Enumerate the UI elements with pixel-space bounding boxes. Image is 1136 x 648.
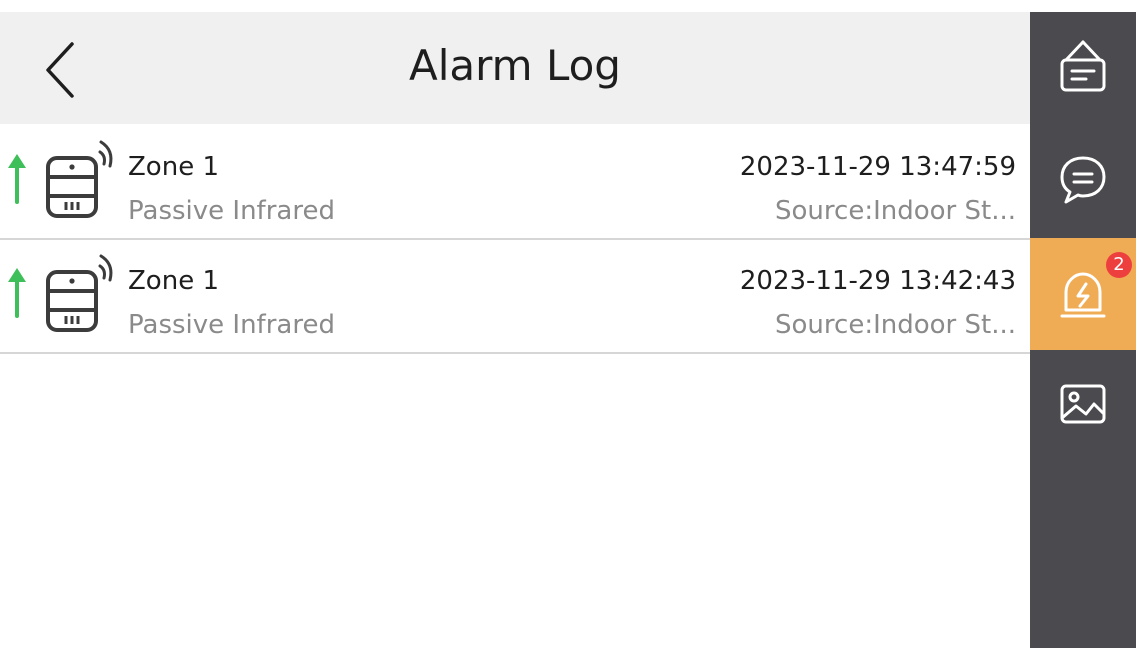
alarm-row[interactable]: Zone 1 Passive Infrared 2023-11-29 13:42… bbox=[0, 240, 1030, 354]
alarm-log-screen: Alarm Log Zone 1 Passive Infrared 2023-1… bbox=[0, 0, 1136, 648]
notice-icon bbox=[1060, 40, 1106, 92]
sidebar-item-notice[interactable] bbox=[1030, 12, 1136, 124]
sidebar-item-message[interactable] bbox=[1030, 124, 1136, 236]
alarm-row[interactable]: Zone 1 Passive Infrared 2023-11-29 13:47… bbox=[0, 126, 1030, 240]
picture-icon bbox=[1060, 384, 1106, 424]
alarm-time: 2023-11-29 13:47:59 bbox=[739, 152, 1016, 182]
alarm-source: Source:Indoor St... bbox=[775, 196, 1016, 226]
pir-sensor-icon bbox=[46, 140, 113, 218]
message-icon bbox=[1060, 156, 1106, 204]
alarm-type: Passive Infrared bbox=[128, 310, 335, 340]
chevron-left-icon bbox=[46, 42, 74, 98]
page-title: Alarm Log bbox=[409, 41, 621, 90]
alarm-time: 2023-11-29 13:42:43 bbox=[739, 266, 1016, 296]
arrow-up-icon bbox=[8, 268, 26, 318]
header-bar: Alarm Log bbox=[0, 12, 1030, 124]
back-button[interactable] bbox=[36, 40, 86, 100]
alarm-source: Source:Indoor St... bbox=[775, 310, 1016, 340]
alarm-zone: Zone 1 bbox=[128, 152, 219, 182]
alarm-zone: Zone 1 bbox=[128, 266, 219, 296]
alarm-type: Passive Infrared bbox=[128, 196, 335, 226]
sidebar: 2 bbox=[1030, 12, 1136, 648]
pir-sensor-icon bbox=[46, 254, 113, 332]
alarm-list: Zone 1 Passive Infrared 2023-11-29 13:47… bbox=[0, 126, 1030, 354]
alarm-icon bbox=[1060, 272, 1106, 318]
arrow-up-icon bbox=[8, 154, 26, 204]
main-panel: Alarm Log Zone 1 Passive Infrared 2023-1… bbox=[0, 0, 1030, 648]
alarm-count-badge: 2 bbox=[1106, 252, 1132, 278]
sidebar-item-alarm[interactable]: 2 bbox=[1030, 238, 1136, 350]
sidebar-item-picture[interactable] bbox=[1030, 350, 1136, 462]
